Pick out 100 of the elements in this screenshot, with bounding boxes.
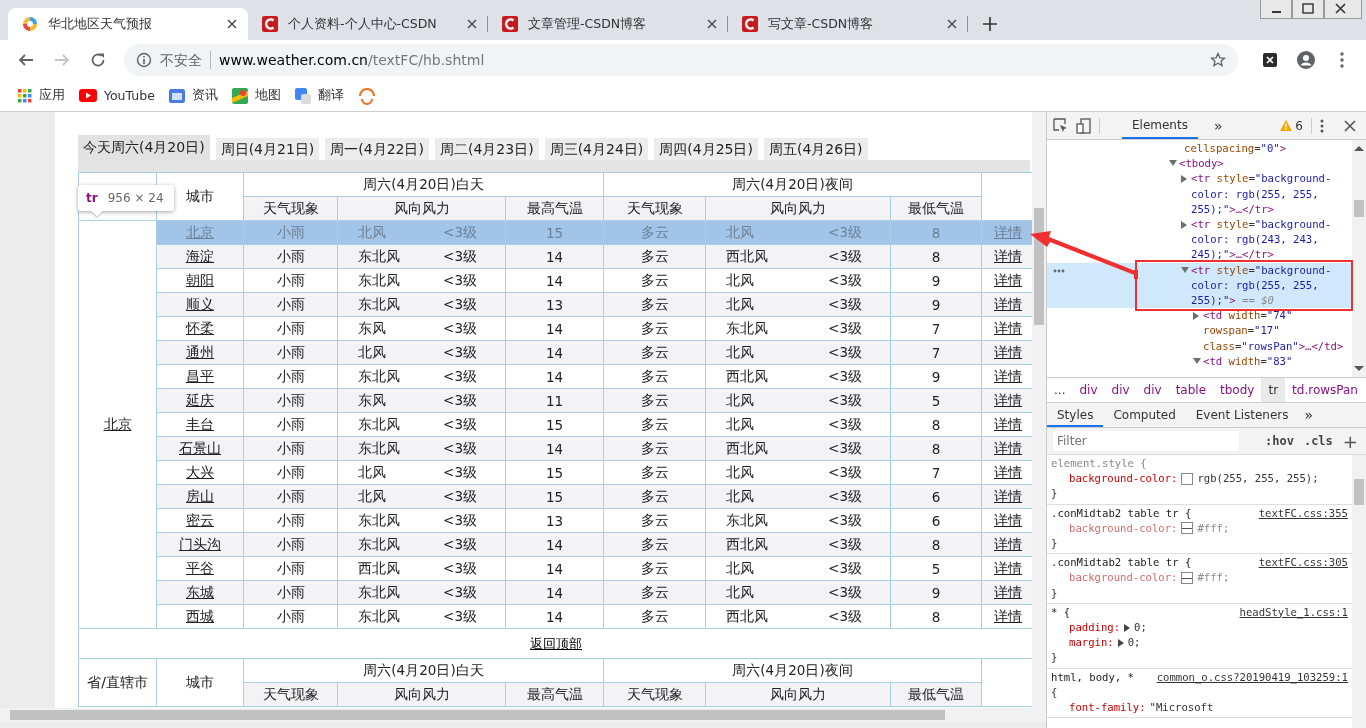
collapsed-triangle-icon[interactable]	[1181, 175, 1189, 184]
table-cell: 7	[890, 340, 982, 365]
day-tab[interactable]: 周四(4月25日)	[654, 138, 758, 160]
more-tabs-button[interactable]: »	[1304, 407, 1314, 423]
breadcrumb[interactable]: ...	[1047, 378, 1073, 402]
new-tab-icon[interactable]	[982, 16, 998, 32]
table-cell: 东北风	[358, 511, 400, 530]
table-cell: 14	[505, 580, 604, 605]
hover-state-toggle[interactable]: :hov	[1265, 434, 1294, 448]
day-tab[interactable]: 周一(4月22日)	[325, 138, 429, 160]
day-tab[interactable]: 周二(4月23日)	[434, 138, 539, 160]
collapsed-triangle-icon[interactable]	[1193, 312, 1201, 321]
province-link[interactable]: 北京	[103, 415, 132, 432]
dom-node-row[interactable]: <tr style="background-color: rgb(255, 255, 255);">…</tr>	[1047, 171, 1352, 217]
new-rule-button[interactable]: +	[1342, 430, 1358, 452]
bookmark[interactable]: 翻译	[294, 87, 344, 104]
style-declaration: font-family: "Microsoft	[1068, 700, 1215, 716]
back-to-top-link[interactable]: 返回顶部	[530, 634, 582, 653]
source-link[interactable]: headStyle_1.css:1	[1239, 604, 1348, 621]
dom-node-row[interactable]: <tr style="background-color: rgb(255, 255, 255);"> == $0	[1047, 262, 1352, 309]
bookmark[interactable]: 资讯	[168, 87, 218, 104]
filter-field[interactable]: Filter	[1053, 431, 1239, 451]
table-cell: 小雨	[243, 508, 338, 533]
expanded-triangle-icon[interactable]	[1181, 266, 1189, 275]
color-swatch[interactable]	[1181, 472, 1194, 485]
table-cell: 北风	[726, 415, 754, 434]
inspect-icon[interactable]	[1053, 118, 1068, 133]
menu-icon[interactable]	[1320, 118, 1324, 133]
table-cell: 8	[890, 532, 982, 557]
close-icon[interactable]	[706, 18, 718, 30]
devtools-tab[interactable]: Elements	[1122, 112, 1198, 139]
color-swatch[interactable]	[1181, 572, 1194, 584]
more-tabs-button[interactable]: »	[1213, 117, 1223, 134]
styles-tab[interactable]: Event Listeners	[1185, 403, 1299, 427]
close-icon[interactable]	[1324, 0, 1362, 19]
day-tab[interactable]: 周日(4月21日)	[215, 138, 320, 160]
dom-node-row[interactable]: cellspacing="0">	[1047, 141, 1352, 157]
day-tab[interactable]: 周五(4月26日)	[763, 138, 868, 160]
breadcrumb[interactable]: tbody	[1213, 378, 1262, 402]
column-header: 天气现象	[603, 196, 706, 221]
table-cell: 东北风	[358, 607, 400, 626]
device-toolbar-icon[interactable]	[1076, 117, 1091, 134]
bookmark[interactable]	[357, 86, 376, 105]
star-icon[interactable]	[1210, 52, 1226, 68]
ellipsis-icon[interactable]	[1053, 268, 1065, 273]
breadcrumb[interactable]: td.rowsPan	[1285, 378, 1365, 402]
scroll-down-icon[interactable]	[1352, 365, 1366, 373]
bookmark[interactable]: 应用	[18, 87, 65, 104]
expand-triangle-icon[interactable]	[1117, 638, 1124, 647]
browser-tab[interactable]: 华北地区天气预报	[8, 8, 248, 40]
style-declaration: padding: 0;	[1068, 620, 1148, 636]
color-swatch[interactable]	[1181, 522, 1194, 535]
day-tab[interactable]: 今天周六(4月20日)	[78, 135, 210, 160]
extension-icon[interactable]	[1263, 53, 1277, 67]
menu-icon[interactable]	[1340, 52, 1344, 68]
column-header: 最低气温	[890, 196, 982, 221]
browser-tab[interactable]: 个人资料-个人中心-CSDN	[248, 8, 488, 40]
address-bar[interactable]: 不安全 www.weather.com.cn/textFC/hb.shtml	[124, 44, 1238, 76]
table-cell: 8	[890, 220, 982, 245]
table-cell: 5	[890, 388, 982, 413]
bookmark[interactable]: 地图	[231, 87, 281, 104]
browser-tab[interactable]: 写文章-CSDN博客	[728, 8, 968, 40]
close-icon[interactable]	[226, 18, 238, 30]
expanded-triangle-icon[interactable]	[1193, 357, 1201, 366]
dom-node-row[interactable]: <tbody>	[1047, 156, 1352, 172]
dom-node-row[interactable]: <tr style="background-color: rgb(243, 243, 245);">…</tr>	[1047, 217, 1352, 263]
breadcrumb[interactable]: div	[1136, 378, 1169, 402]
table-cell: 小雨	[243, 484, 338, 509]
source-link[interactable]: textFC.css:355	[1258, 505, 1348, 521]
class-toggle[interactable]: .cls	[1303, 434, 1333, 448]
breadcrumb[interactable]: table	[1168, 378, 1214, 402]
table-cell: 东北风	[358, 535, 400, 554]
profile-icon[interactable]	[1297, 51, 1315, 69]
expand-triangle-icon[interactable]	[1124, 623, 1131, 632]
table-cell: <3级	[828, 391, 862, 410]
translate-icon	[294, 87, 311, 104]
breadcrumb[interactable]: div	[1104, 378, 1137, 402]
maximize-icon[interactable]	[1292, 0, 1324, 19]
minimize-icon[interactable]	[1260, 0, 1292, 19]
source-link[interactable]: textFC.css:305	[1258, 555, 1348, 571]
scroll-up-icon[interactable]	[1352, 145, 1366, 153]
dom-node-row[interactable]: <td width="83"	[1047, 353, 1352, 370]
table-cell: 小雨	[243, 532, 338, 557]
close-icon[interactable]	[946, 18, 958, 30]
dom-node-row[interactable]: <td width="74" rowspan="17" class="rowsPan">…</td>	[1047, 308, 1352, 354]
bookmark[interactable]: YouTube	[79, 88, 155, 103]
breadcrumb[interactable]: tr	[1261, 378, 1286, 402]
day-tab[interactable]: 周三(4月24日)	[544, 138, 649, 160]
table-cell: 多云	[603, 580, 706, 605]
styles-tab[interactable]: Computed	[1103, 403, 1186, 427]
column-header: 省/直辖市	[78, 658, 157, 707]
warnings-count[interactable]: 6	[1280, 118, 1303, 133]
close-icon[interactable]	[466, 18, 478, 30]
csdn-logo-icon	[502, 16, 518, 32]
table-cell: 小雨	[243, 412, 338, 437]
browser-tab[interactable]: 文章管理-CSDN博客	[488, 8, 728, 40]
source-link[interactable]: common_o.css?20190419_103259:1	[1156, 669, 1348, 685]
collapsed-triangle-icon[interactable]	[1181, 221, 1189, 229]
close-icon[interactable]	[1344, 119, 1356, 132]
breadcrumb[interactable]: div	[1072, 378, 1105, 402]
